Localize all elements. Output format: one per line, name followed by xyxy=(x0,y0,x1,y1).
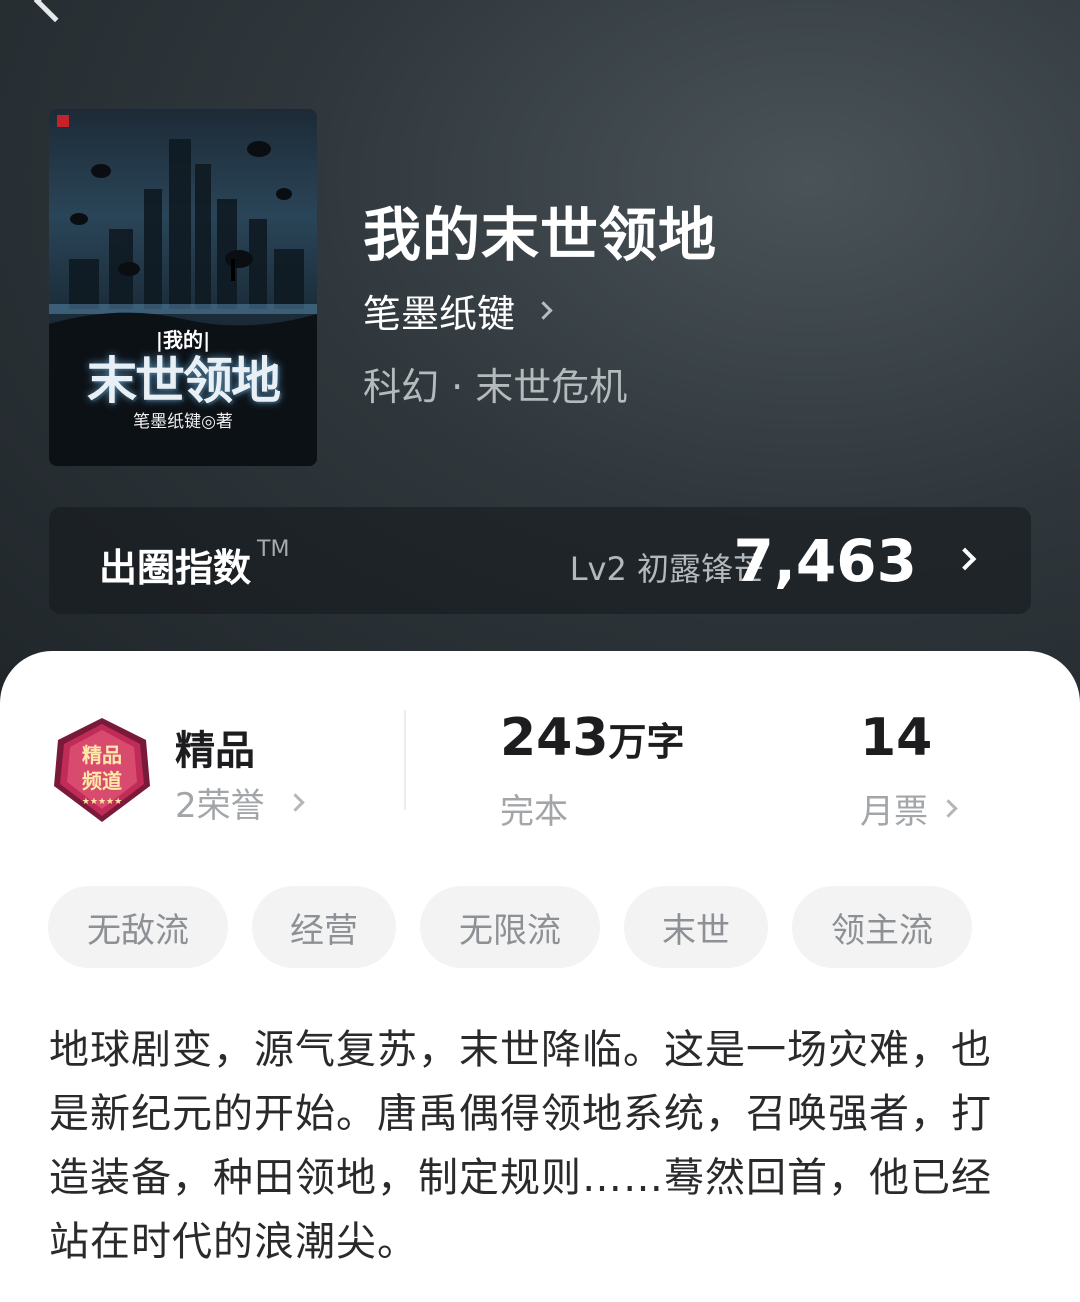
honors-link[interactable]: 2荣誉 xyxy=(175,778,305,827)
back-arrow-icon[interactable] xyxy=(33,0,77,23)
genre-label: 科幻 · 末世危机 xyxy=(363,365,628,409)
publisher-logo-icon xyxy=(57,115,69,127)
svg-text:★★★★★: ★★★★★ xyxy=(82,797,122,807)
book-title: 我的末世领地 xyxy=(363,201,718,269)
book-header: |我的| 末世领地 笔墨纸键◎著 我的末世领地 笔墨纸键 科幻 · 末世危机 出… xyxy=(0,0,1080,720)
tag-chip[interactable]: 经营 xyxy=(252,886,396,968)
book-cover[interactable]: |我的| 末世领地 笔墨纸键◎著 xyxy=(49,109,317,466)
author-link[interactable]: 笔墨纸键 xyxy=(363,283,553,338)
word-count-number: 243 xyxy=(500,708,609,768)
word-count: 243万字 xyxy=(500,708,685,768)
completion-status: 完本 xyxy=(500,792,568,832)
chevron-right-icon xyxy=(939,799,958,818)
author-name: 笔墨纸键 xyxy=(363,292,516,336)
monthly-votes-number: 14 xyxy=(860,708,933,768)
monthly-votes-link[interactable]: 月票 xyxy=(860,784,958,833)
popularity-index-bar[interactable]: 出圈指数 TM Lv2 初露锋芒 7,463 xyxy=(49,507,1031,614)
cover-title: 末世领地 xyxy=(87,351,281,410)
tag-chip[interactable]: 无敌流 xyxy=(48,886,228,968)
medal-text-bottom: 频道 xyxy=(82,769,122,793)
book-description[interactable]: 地球剧变，源气复苏，末世降临。这是一场灾难，也是新纪元的开始。唐禹偶得领地系统，… xyxy=(49,1018,1029,1274)
medal-text-top: 精品 xyxy=(82,743,122,767)
tag-chip[interactable]: 领主流 xyxy=(792,886,972,968)
quality-medal-icon: 精品 频道 ★★★★★ xyxy=(54,718,150,822)
stats-divider xyxy=(404,710,406,810)
quality-title: 精品 xyxy=(175,728,255,774)
word-count-unit: 万字 xyxy=(608,720,685,764)
trademark-mark: TM xyxy=(257,537,290,562)
tag-chip[interactable]: 无限流 xyxy=(420,886,600,968)
index-value: 7,463 xyxy=(733,527,917,595)
tag-chip[interactable]: 末世 xyxy=(624,886,768,968)
chevron-right-icon xyxy=(534,301,553,320)
honors-count: 2荣誉 xyxy=(175,786,265,826)
cover-author: 笔墨纸键◎著 xyxy=(133,412,233,432)
monthly-votes-label: 月票 xyxy=(860,792,928,832)
monthly-votes: 14 xyxy=(860,708,932,768)
chevron-right-icon xyxy=(285,793,305,812)
index-label: 出圈指数 TM xyxy=(99,537,290,590)
chevron-right-icon xyxy=(953,547,977,571)
